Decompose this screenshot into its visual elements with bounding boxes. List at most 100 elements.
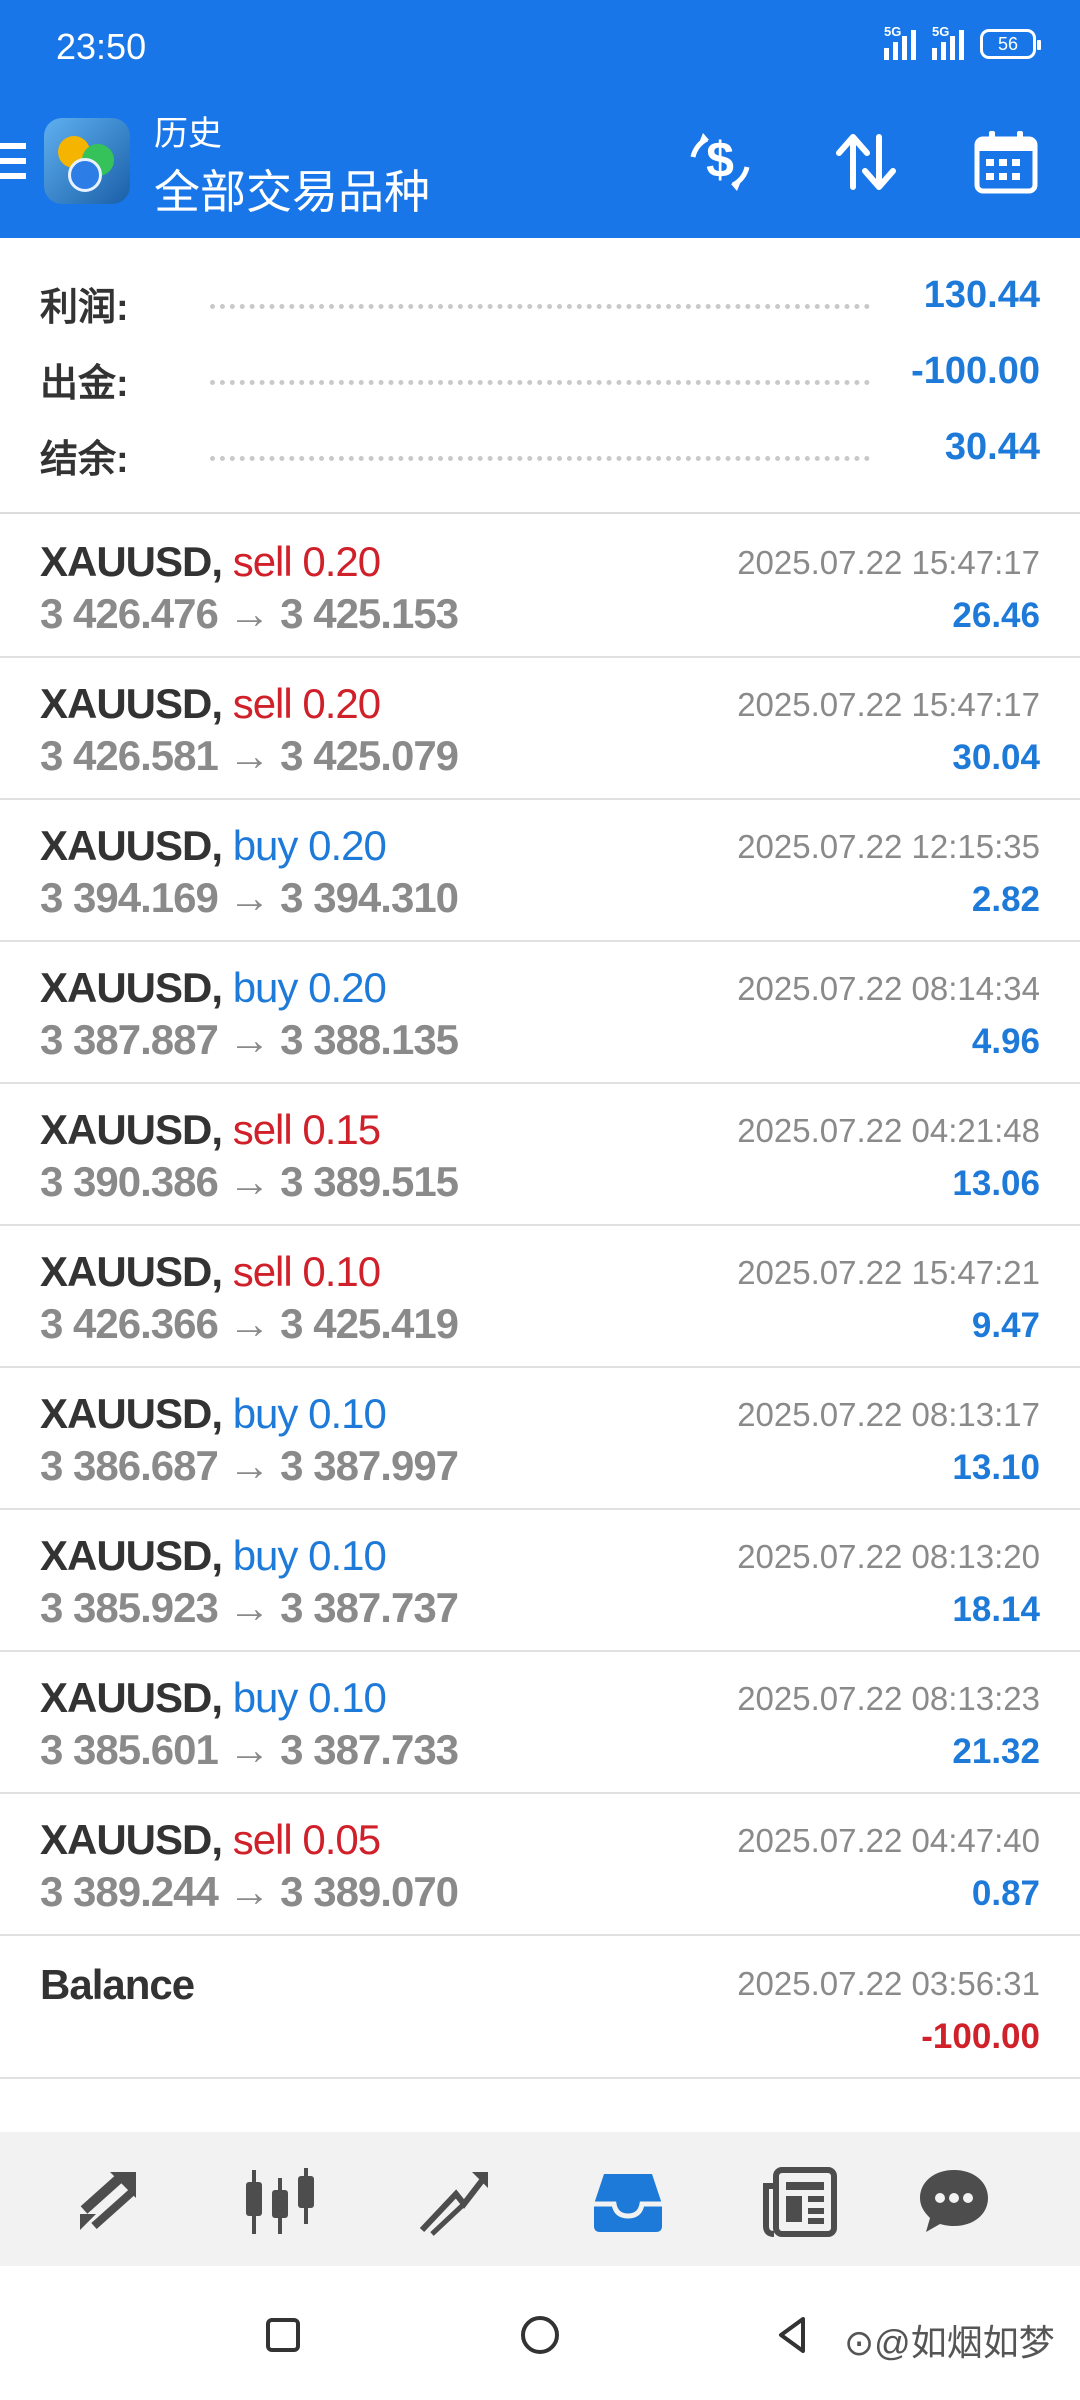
signal-icon-1: 5G — [884, 24, 916, 60]
symbol-text: XAUUSD, — [40, 1816, 223, 1863]
signal-icon-2: 5G — [932, 24, 964, 60]
summary-label: 利润: — [40, 287, 129, 329]
trade-symbol: XAUUSD, sell 0.05 — [40, 1816, 381, 1864]
trade-side: buy 0.10 — [232, 1390, 387, 1437]
trade-side: sell 0.20 — [232, 538, 381, 585]
symbol-text: XAUUSD, — [40, 680, 223, 727]
metatrader-logo — [44, 118, 130, 204]
trade-profit: 13.06 — [952, 1164, 1040, 1203]
trade-row[interactable]: XAUUSD, buy 0.10 3 385.601 → 3 387.733 202… — [0, 1652, 1080, 1794]
trade-prices: 3 426.581 → 3 425.079 — [40, 732, 459, 779]
summary-value: -100.00 — [911, 350, 1040, 392]
trade-time: 2025.07.22 15:47:17 — [737, 544, 1040, 581]
quotes-icon[interactable] — [68, 2162, 148, 2242]
app-bar: 23:50 5G 5G 56 历史 全部交易品种 $ — [0, 0, 1080, 238]
back-icon[interactable] — [768, 2310, 818, 2360]
trade-time: 2025.07.22 15:47:21 — [737, 1254, 1040, 1291]
symbol-text: XAUUSD, — [40, 538, 223, 585]
trade-prices: 3 386.687 → 3 387.997 — [40, 1442, 459, 1489]
summary-withdrawal: 出金: -100.00 — [0, 338, 1080, 414]
symbol-text: XAUUSD, — [40, 1674, 223, 1721]
summary-profit: 利润: 130.44 — [0, 262, 1080, 338]
trade-row[interactable]: XAUUSD, sell 0.05 3 389.244 → 3 389.070 20… — [0, 1794, 1080, 1936]
trade-time: 2025.07.22 08:13:17 — [737, 1396, 1040, 1433]
trade-side: sell 0.20 — [232, 680, 381, 727]
trade-row[interactable]: XAUUSD, buy 0.20 3 387.887 → 3 388.135 202… — [0, 942, 1080, 1084]
trade-symbol: XAUUSD, sell 0.10 — [40, 1248, 381, 1296]
summary-value: 30.44 — [944, 426, 1040, 468]
trade-side: buy 0.20 — [232, 822, 387, 869]
trade-profit: 21.32 — [952, 1732, 1040, 1771]
trade-prices: 3 389.244 → 3 389.070 — [40, 1868, 459, 1915]
trade-symbol: XAUUSD, sell 0.20 — [40, 538, 381, 586]
trade-side: sell 0.10 — [232, 1248, 381, 1295]
divider — [0, 512, 1080, 514]
trade-prices: 3 394.169 → 3 394.310 — [40, 874, 459, 921]
trade-prices: 3 385.601 → 3 387.733 — [40, 1726, 459, 1773]
trade-symbol: XAUUSD, sell 0.15 — [40, 1106, 381, 1154]
trade-icon[interactable] — [414, 2162, 494, 2242]
trade-prices: 3 387.887 → 3 388.135 — [40, 1016, 459, 1063]
trade-symbol: XAUUSD, buy 0.10 — [40, 1390, 387, 1438]
hamburger-icon[interactable] — [0, 143, 26, 188]
trade-row[interactable]: XAUUSD, sell 0.10 3 426.366 → 3 425.419 20… — [0, 1226, 1080, 1368]
trade-time: 2025.07.22 04:47:40 — [737, 1822, 1040, 1859]
dotted-leader — [210, 456, 870, 461]
battery-level: 56 — [997, 33, 1019, 54]
calendar-icon[interactable] — [968, 124, 1044, 200]
balance-label: Balance — [40, 1961, 195, 2008]
trade-profit: 30.04 — [952, 738, 1040, 777]
trade-row[interactable]: XAUUSD, buy 0.20 3 394.169 → 3 394.310 202… — [0, 800, 1080, 942]
trade-profit: 2.82 — [971, 880, 1040, 919]
dotted-leader — [210, 380, 870, 385]
summary-label: 结余: — [40, 439, 129, 481]
symbol-text: XAUUSD, — [40, 822, 223, 869]
battery-icon: 56 — [980, 29, 1041, 59]
symbol-text: XAUUSD, — [40, 964, 223, 1011]
home-icon[interactable] — [515, 2310, 565, 2360]
trade-side: buy 0.10 — [232, 1674, 387, 1721]
trade-prices: 3 426.476 → 3 425.153 — [40, 590, 459, 637]
balance-time: 2025.07.22 03:56:31 — [737, 1965, 1040, 2002]
trade-row[interactable]: XAUUSD, buy 0.10 3 385.923 → 3 387.737 202… — [0, 1510, 1080, 1652]
page-subtitle: 历史 — [154, 115, 222, 153]
trade-row[interactable]: XAUUSD, buy 0.10 3 386.687 → 3 387.997 202… — [0, 1368, 1080, 1510]
watermark: ⊙@如烟如梦 — [844, 2322, 1055, 2363]
history-icon[interactable] — [588, 2162, 668, 2242]
trade-row[interactable]: XAUUSD, sell 0.20 3 426.581 → 3 425.079 20… — [0, 658, 1080, 800]
sort-icon[interactable] — [828, 124, 904, 200]
trade-profit: 9.47 — [971, 1306, 1040, 1345]
trade-time: 2025.07.22 12:15:35 — [737, 828, 1040, 865]
balance-value: -100.00 — [921, 2017, 1040, 2056]
trade-time: 2025.07.22 08:13:23 — [737, 1680, 1040, 1717]
trade-profit: 26.46 — [952, 596, 1040, 635]
status-icons: 5G 5G 56 — [884, 24, 1041, 60]
symbol-text: XAUUSD, — [40, 1390, 223, 1437]
svg-text:$: $ — [706, 132, 734, 188]
trade-time: 2025.07.22 08:14:34 — [737, 970, 1040, 1007]
trade-symbol: XAUUSD, buy 0.20 — [40, 964, 387, 1012]
system-navigation-bar: ⊙@如烟如梦 — [0, 2266, 1080, 2400]
trade-row[interactable]: XAUUSD, sell 0.15 3 390.386 → 3 389.515 20… — [0, 1084, 1080, 1226]
balance-row[interactable]: Balance 2025.07.22 03:56:31 -100.00 — [0, 1937, 1080, 2079]
trade-row[interactable]: XAUUSD, sell 0.20 3 426.476 → 3 425.153 20… — [0, 516, 1080, 658]
page-title[interactable]: 全部交易品种 — [154, 156, 430, 222]
dollar-swap-icon[interactable]: $ — [682, 124, 758, 200]
trade-symbol: XAUUSD, buy 0.10 — [40, 1674, 387, 1722]
trade-side: buy 0.20 — [232, 964, 387, 1011]
recents-icon[interactable] — [258, 2310, 308, 2360]
trade-profit: 4.96 — [971, 1022, 1040, 1061]
summary-balance: 结余: 30.44 — [0, 414, 1080, 490]
trade-symbol: XAUUSD, sell 0.20 — [40, 680, 381, 728]
dotted-leader — [210, 304, 870, 309]
trade-time: 2025.07.22 04:21:48 — [737, 1112, 1040, 1149]
trade-time: 2025.07.22 08:13:20 — [737, 1538, 1040, 1575]
trade-side: buy 0.10 — [232, 1532, 387, 1579]
chat-icon[interactable] — [914, 2162, 994, 2242]
trade-prices: 3 426.366 → 3 425.419 — [40, 1300, 459, 1347]
chart-icon[interactable] — [240, 2162, 320, 2242]
news-icon[interactable] — [760, 2162, 840, 2242]
trade-time: 2025.07.22 15:47:17 — [737, 686, 1040, 723]
trade-profit: 0.87 — [971, 1874, 1040, 1913]
trade-symbol: XAUUSD, buy 0.10 — [40, 1532, 387, 1580]
